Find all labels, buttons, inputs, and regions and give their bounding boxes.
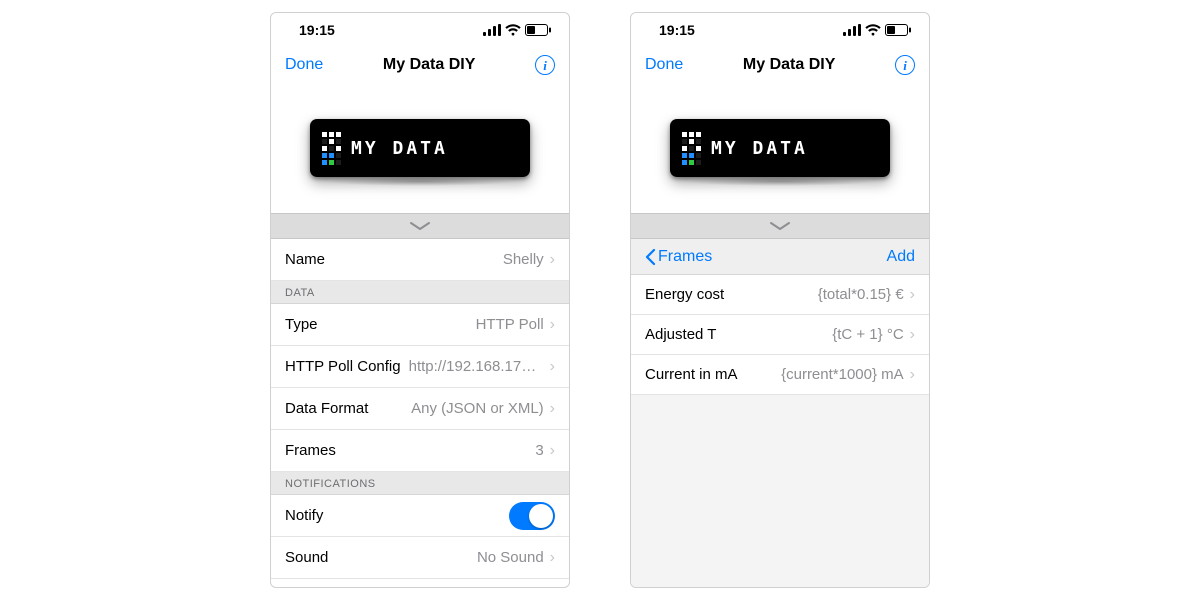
phone-right: 19:15 Done My Data DIY i MY DATA Frames xyxy=(630,12,930,588)
chevron-right-icon: › xyxy=(550,316,555,334)
frame-row-label: Adjusted T xyxy=(645,326,716,343)
chevron-right-icon: › xyxy=(550,442,555,460)
lametric-device: MY DATA xyxy=(670,119,890,177)
done-button[interactable]: Done xyxy=(285,56,323,74)
row-name-value: Shelly xyxy=(333,251,544,268)
frame-row-value: {current*1000} mA xyxy=(746,366,904,383)
page-title: My Data DIY xyxy=(383,56,475,74)
device-text: MY DATA xyxy=(351,138,448,159)
signal-icon xyxy=(483,24,501,36)
collapse-handle[interactable] xyxy=(631,213,929,239)
chevron-right-icon: › xyxy=(550,400,555,418)
row-http-label: HTTP Poll Config xyxy=(285,358,401,375)
status-time: 19:15 xyxy=(299,22,335,38)
battery-icon xyxy=(885,24,911,36)
info-icon[interactable]: i xyxy=(535,55,555,75)
row-data-format[interactable]: Data Format Any (JSON or XML) › xyxy=(271,388,569,430)
frame-row-2[interactable]: Current in mA {current*1000} mA › xyxy=(631,355,929,395)
frame-row-1[interactable]: Adjusted T {tC + 1} °C › xyxy=(631,315,929,355)
row-frames-value: 3 xyxy=(344,442,544,459)
row-name[interactable]: Name Shelly › xyxy=(271,239,569,281)
chevron-down-icon xyxy=(769,221,791,231)
chevron-right-icon: › xyxy=(910,366,915,384)
row-http-value: http://192.168.170.84/rpc/… xyxy=(409,358,544,375)
status-bar: 19:15 xyxy=(271,13,569,47)
back-button[interactable]: Frames xyxy=(645,248,712,266)
wifi-icon xyxy=(505,24,521,36)
status-icons xyxy=(843,24,911,36)
device-preview: MY DATA xyxy=(631,83,929,213)
notify-toggle[interactable] xyxy=(509,502,555,530)
collapse-handle[interactable] xyxy=(271,213,569,239)
row-format-value: Any (JSON or XML) xyxy=(376,400,543,417)
status-bar: 19:15 xyxy=(631,13,929,47)
row-sound[interactable]: Sound No Sound › xyxy=(271,537,569,579)
nav-bar: Done My Data DIY i xyxy=(631,47,929,83)
section-data: DATA xyxy=(271,281,569,304)
page-title: My Data DIY xyxy=(743,56,835,74)
signal-icon xyxy=(843,24,861,36)
info-icon[interactable]: i xyxy=(895,55,915,75)
device-text: MY DATA xyxy=(711,138,808,159)
done-button[interactable]: Done xyxy=(645,56,683,74)
section-notifications: NOTIFICATIONS xyxy=(271,472,569,495)
row-type[interactable]: Type HTTP Poll › xyxy=(271,304,569,346)
status-icons xyxy=(483,24,551,36)
device-preview: MY DATA xyxy=(271,83,569,213)
battery-icon xyxy=(525,24,551,36)
app-pixel-icon xyxy=(322,132,341,165)
nav-bar: Done My Data DIY i xyxy=(271,47,569,83)
app-pixel-icon xyxy=(682,132,701,165)
chevron-down-icon xyxy=(409,221,431,231)
row-name-label: Name xyxy=(285,251,325,268)
row-sound-label: Sound xyxy=(285,549,328,566)
chevron-right-icon: › xyxy=(910,326,915,344)
empty-area xyxy=(631,395,929,587)
row-type-value: HTTP Poll xyxy=(326,316,544,333)
row-notify-label: Notify xyxy=(285,507,323,524)
frame-row-label: Energy cost xyxy=(645,286,724,303)
lametric-device: MY DATA xyxy=(310,119,530,177)
back-label: Frames xyxy=(658,248,712,266)
chevron-right-icon: › xyxy=(550,358,555,376)
row-frames[interactable]: Frames 3 › xyxy=(271,430,569,472)
row-notify: Notify xyxy=(271,495,569,537)
wifi-icon xyxy=(865,24,881,36)
row-frames-label: Frames xyxy=(285,442,336,459)
chevron-right-icon: › xyxy=(550,549,555,567)
frame-row-label: Current in mA xyxy=(645,366,738,383)
frame-row-value: {total*0.15} € xyxy=(732,286,903,303)
frame-row-0[interactable]: Energy cost {total*0.15} € › xyxy=(631,275,929,315)
row-http-config[interactable]: HTTP Poll Config http://192.168.170.84/r… xyxy=(271,346,569,388)
row-format-label: Data Format xyxy=(285,400,368,417)
row-type-label: Type xyxy=(285,316,318,333)
frame-row-value: {tC + 1} °C xyxy=(724,326,903,343)
row-sound-value: No Sound xyxy=(336,549,543,566)
chevron-right-icon: › xyxy=(550,251,555,269)
add-button[interactable]: Add xyxy=(887,248,915,266)
phone-left: 19:15 Done My Data DIY i MY DATA Name Sh… xyxy=(270,12,570,588)
chevron-right-icon: › xyxy=(910,286,915,304)
frames-nav: Frames Add xyxy=(631,239,929,275)
chevron-left-icon xyxy=(645,248,656,266)
status-time: 19:15 xyxy=(659,22,695,38)
